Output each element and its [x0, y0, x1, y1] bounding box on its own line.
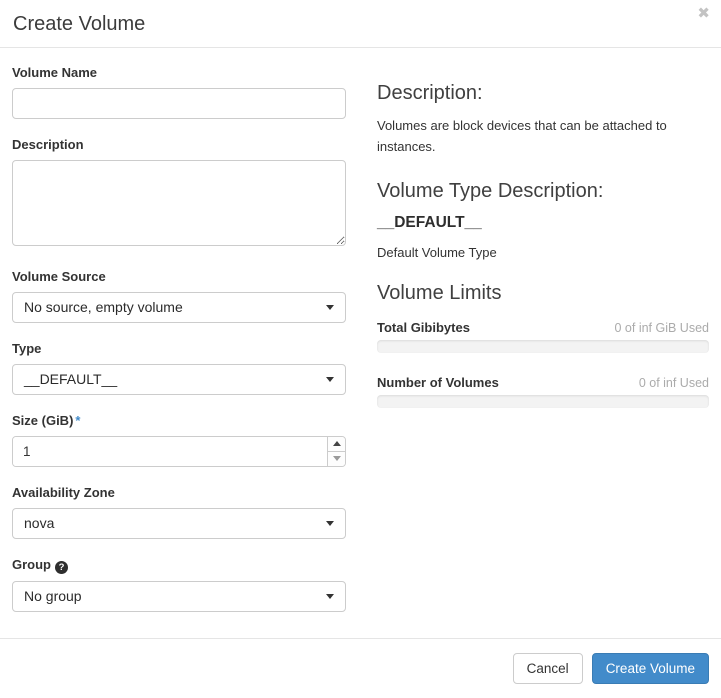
volume-limits-heading: Volume Limits: [377, 282, 709, 305]
group-selected-value: No group: [24, 588, 82, 604]
volume-source-select[interactable]: No source, empty volume: [12, 292, 346, 323]
description-heading: Description:: [377, 82, 709, 105]
type-selected-value: __DEFAULT__: [24, 371, 117, 387]
total-gibibytes-progress-bar: [377, 340, 709, 353]
required-asterisk: *: [75, 413, 80, 428]
size-label: Size (GiB)*: [12, 414, 346, 429]
availability-zone-selected-value: nova: [24, 515, 54, 531]
close-icon[interactable]: ✖: [697, 6, 710, 21]
group-group: Group? No group: [12, 558, 346, 612]
volume-name-label: Volume Name: [12, 66, 346, 81]
availability-zone-group: Availability Zone nova: [12, 486, 346, 539]
volume-name-input[interactable]: [12, 88, 346, 119]
limit-label: Number of Volumes: [377, 375, 499, 390]
volume-type-name: __DEFAULT__: [377, 214, 709, 232]
number-of-volumes-progress-bar: [377, 395, 709, 408]
modal-footer: Cancel Create Volume: [0, 638, 721, 698]
triangle-down-icon: [333, 456, 341, 461]
modal-header: Create Volume ✖: [0, 0, 721, 48]
limit-row: Number of Volumes 0 of inf Used: [377, 375, 709, 390]
size-input[interactable]: [13, 437, 327, 466]
size-group: Size (GiB)*: [12, 414, 346, 467]
group-label-text: Group: [12, 557, 51, 572]
chevron-down-icon: [326, 594, 334, 599]
type-group: Type __DEFAULT__: [12, 342, 346, 395]
size-input-wrap: [12, 436, 346, 467]
group-label: Group?: [12, 558, 346, 574]
chevron-down-icon: [326, 305, 334, 310]
stepper-up-button[interactable]: [328, 437, 345, 452]
type-label: Type: [12, 342, 346, 357]
limit-usage: 0 of inf Used: [639, 376, 709, 390]
limit-usage: 0 of inf GiB Used: [615, 321, 710, 335]
volume-name-group: Volume Name: [12, 66, 346, 119]
description-label: Description: [12, 138, 346, 153]
create-volume-button[interactable]: Create Volume: [592, 653, 709, 685]
modal-title: Create Volume: [13, 13, 707, 35]
volume-type-description: Default Volume Type: [377, 245, 709, 260]
volume-type-description-heading: Volume Type Description:: [377, 180, 709, 203]
stepper-down-button[interactable]: [328, 452, 345, 466]
description-textarea[interactable]: [12, 160, 346, 246]
volume-source-label: Volume Source: [12, 270, 346, 285]
form-column: Volume Name Description Volume Source No…: [12, 66, 346, 638]
info-column: Description: Volumes are block devices t…: [377, 66, 709, 638]
modal-body: Volume Name Description Volume Source No…: [0, 48, 721, 638]
limit-label: Total Gibibytes: [377, 320, 470, 335]
group-select[interactable]: No group: [12, 581, 346, 612]
description-text: Volumes are block devices that can be at…: [377, 116, 709, 158]
size-stepper: [327, 437, 345, 466]
availability-zone-select[interactable]: nova: [12, 508, 346, 539]
type-select[interactable]: __DEFAULT__: [12, 364, 346, 395]
triangle-up-icon: [333, 441, 341, 446]
limit-row: Total Gibibytes 0 of inf GiB Used: [377, 320, 709, 335]
chevron-down-icon: [326, 521, 334, 526]
cancel-button[interactable]: Cancel: [513, 653, 583, 685]
volume-source-selected-value: No source, empty volume: [24, 299, 183, 315]
availability-zone-label: Availability Zone: [12, 486, 346, 501]
question-circle-icon[interactable]: ?: [55, 561, 68, 574]
chevron-down-icon: [326, 377, 334, 382]
create-volume-modal: Create Volume ✖ Volume Name Description …: [0, 0, 721, 698]
size-label-text: Size (GiB): [12, 413, 73, 428]
description-group: Description: [12, 138, 346, 251]
volume-source-group: Volume Source No source, empty volume: [12, 270, 346, 323]
